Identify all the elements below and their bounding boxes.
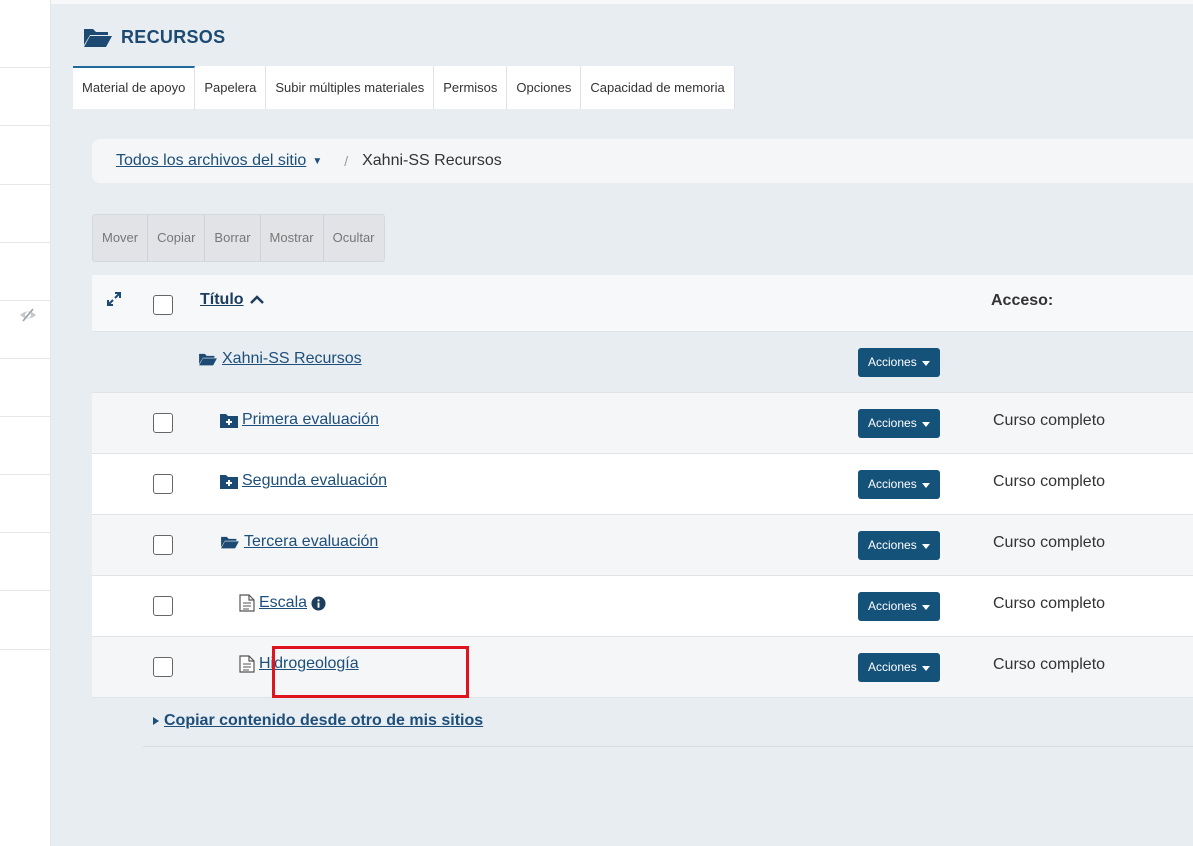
sidebar-divider [0,590,50,591]
table-row-root-folder: Xahni-SS Recursos Acciones [92,332,1193,393]
file-text-icon [239,655,255,673]
tab-permisos[interactable]: Permisos [434,66,508,109]
sidebar-divider [0,67,50,68]
table-row: Primera evaluación Acciones Curso comple… [92,393,1193,454]
tab-bar: Material de apoyo Papelera Subir múltipl… [73,66,735,111]
table-row: Segunda evaluación Acciones Curso comple… [92,454,1193,515]
sidebar-divider [0,125,50,126]
caret-down-icon [921,605,930,610]
tab-subir-multiples[interactable]: Subir múltiples materiales [266,66,435,109]
row-checkbox[interactable] [153,474,173,494]
table-row: Tercera evaluación Acciones Curso comple… [92,515,1193,576]
move-button[interactable]: Mover [93,215,149,261]
sidebar-divider [0,474,50,475]
info-circle-icon[interactable] [311,595,326,611]
caret-down-icon [921,544,930,549]
tab-papelera[interactable]: Papelera [195,66,267,109]
table-header: Título Acceso: [92,275,1193,332]
actions-button[interactable]: Acciones [858,409,940,438]
sort-by-title[interactable]: Título [200,291,264,309]
expand-icon[interactable] [104,289,124,309]
caret-down-icon [921,483,930,488]
delete-button[interactable]: Borrar [205,215,261,261]
actions-button[interactable]: Acciones [858,531,940,560]
caret-right-icon [153,717,159,725]
chevron-up-icon [249,295,264,304]
row-checkbox[interactable] [153,596,173,616]
actions-button[interactable]: Acciones [858,592,940,621]
folder-link[interactable]: Segunda evaluación [242,472,387,490]
table-row: Hidrogeología Acciones Curso completo [92,637,1193,698]
tab-opciones[interactable]: Opciones [507,66,582,109]
caret-down-icon [921,422,930,427]
sidebar-divider [0,416,50,417]
file-text-icon [239,594,255,612]
folder-open-icon [199,353,217,366]
resources-table: Título Acceso: Xahni-SS Recursos Accione… [92,275,1193,698]
access-value: Curso completo [993,473,1106,490]
tool-title: RECURSOS [83,22,225,52]
folder-link[interactable]: Primera evaluación [242,411,379,429]
breadcrumb-current: Xahni-SS Recursos [362,152,502,169]
show-button[interactable]: Mostrar [261,215,324,261]
access-value: Curso completo [993,534,1106,551]
copy-content-label: Copiar contenido desde otro de mis sitio… [164,712,484,729]
row-checkbox[interactable] [153,535,173,555]
caret-down-icon [921,361,930,366]
hide-button[interactable]: Ocultar [324,215,384,261]
sidebar-divider [0,649,50,650]
table-row: Escala Acciones Curso completo [92,576,1193,637]
folder-open-icon [84,29,112,47]
sidebar-divider [0,300,50,301]
sidebar-divider [0,242,50,243]
access-value: Curso completo [993,595,1106,612]
actions-button[interactable]: Acciones [858,348,940,377]
select-all-checkbox[interactable] [153,295,173,315]
tab-capacidad-memoria[interactable]: Capacidad de memoria [581,66,735,109]
access-header: Acceso: [991,292,1054,309]
eye-slash-icon[interactable] [18,305,38,325]
folder-link[interactable]: Tercera evaluación [244,533,378,551]
folder-open-icon [221,536,239,549]
breadcrumb-separator: / [344,153,349,169]
caret-down-icon [921,666,930,671]
highlight-annotation [272,646,469,698]
bulk-action-toolbar: Mover Copiar Borrar Mostrar Ocultar [92,214,385,262]
file-link[interactable]: Escala [259,594,307,612]
caret-down-icon[interactable]: ▼ [312,156,322,167]
title-header-label: Título [200,291,244,308]
tool-title-text: RECURSOS [121,26,226,47]
actions-button[interactable]: Acciones [858,653,940,682]
row-checkbox[interactable] [153,657,173,677]
copy-button[interactable]: Copiar [148,215,206,261]
access-value: Curso completo [993,656,1106,673]
folder-plus-icon [220,474,238,489]
actions-button[interactable]: Acciones [858,470,940,499]
sidebar-divider [0,532,50,533]
access-value: Curso completo [993,412,1106,429]
sidebar-divider [0,358,50,359]
breadcrumb-root-link[interactable]: Todos los archivos del sitio [116,152,306,170]
root-folder-link[interactable]: Xahni-SS Recursos [222,350,362,368]
copy-content-link[interactable]: Copiar contenido desde otro de mis sitio… [152,712,483,730]
breadcrumb: Todos los archivos del sitio ▼ / Xahni-S… [92,139,1193,183]
sidebar-divider [0,184,50,185]
row-checkbox[interactable] [153,413,173,433]
folder-plus-icon [220,413,238,428]
tab-material-de-apoyo[interactable]: Material de apoyo [73,66,196,111]
left-sidebar [0,0,51,846]
main-content: RECURSOS Material de apoyo Papelera Subi… [51,0,1193,846]
